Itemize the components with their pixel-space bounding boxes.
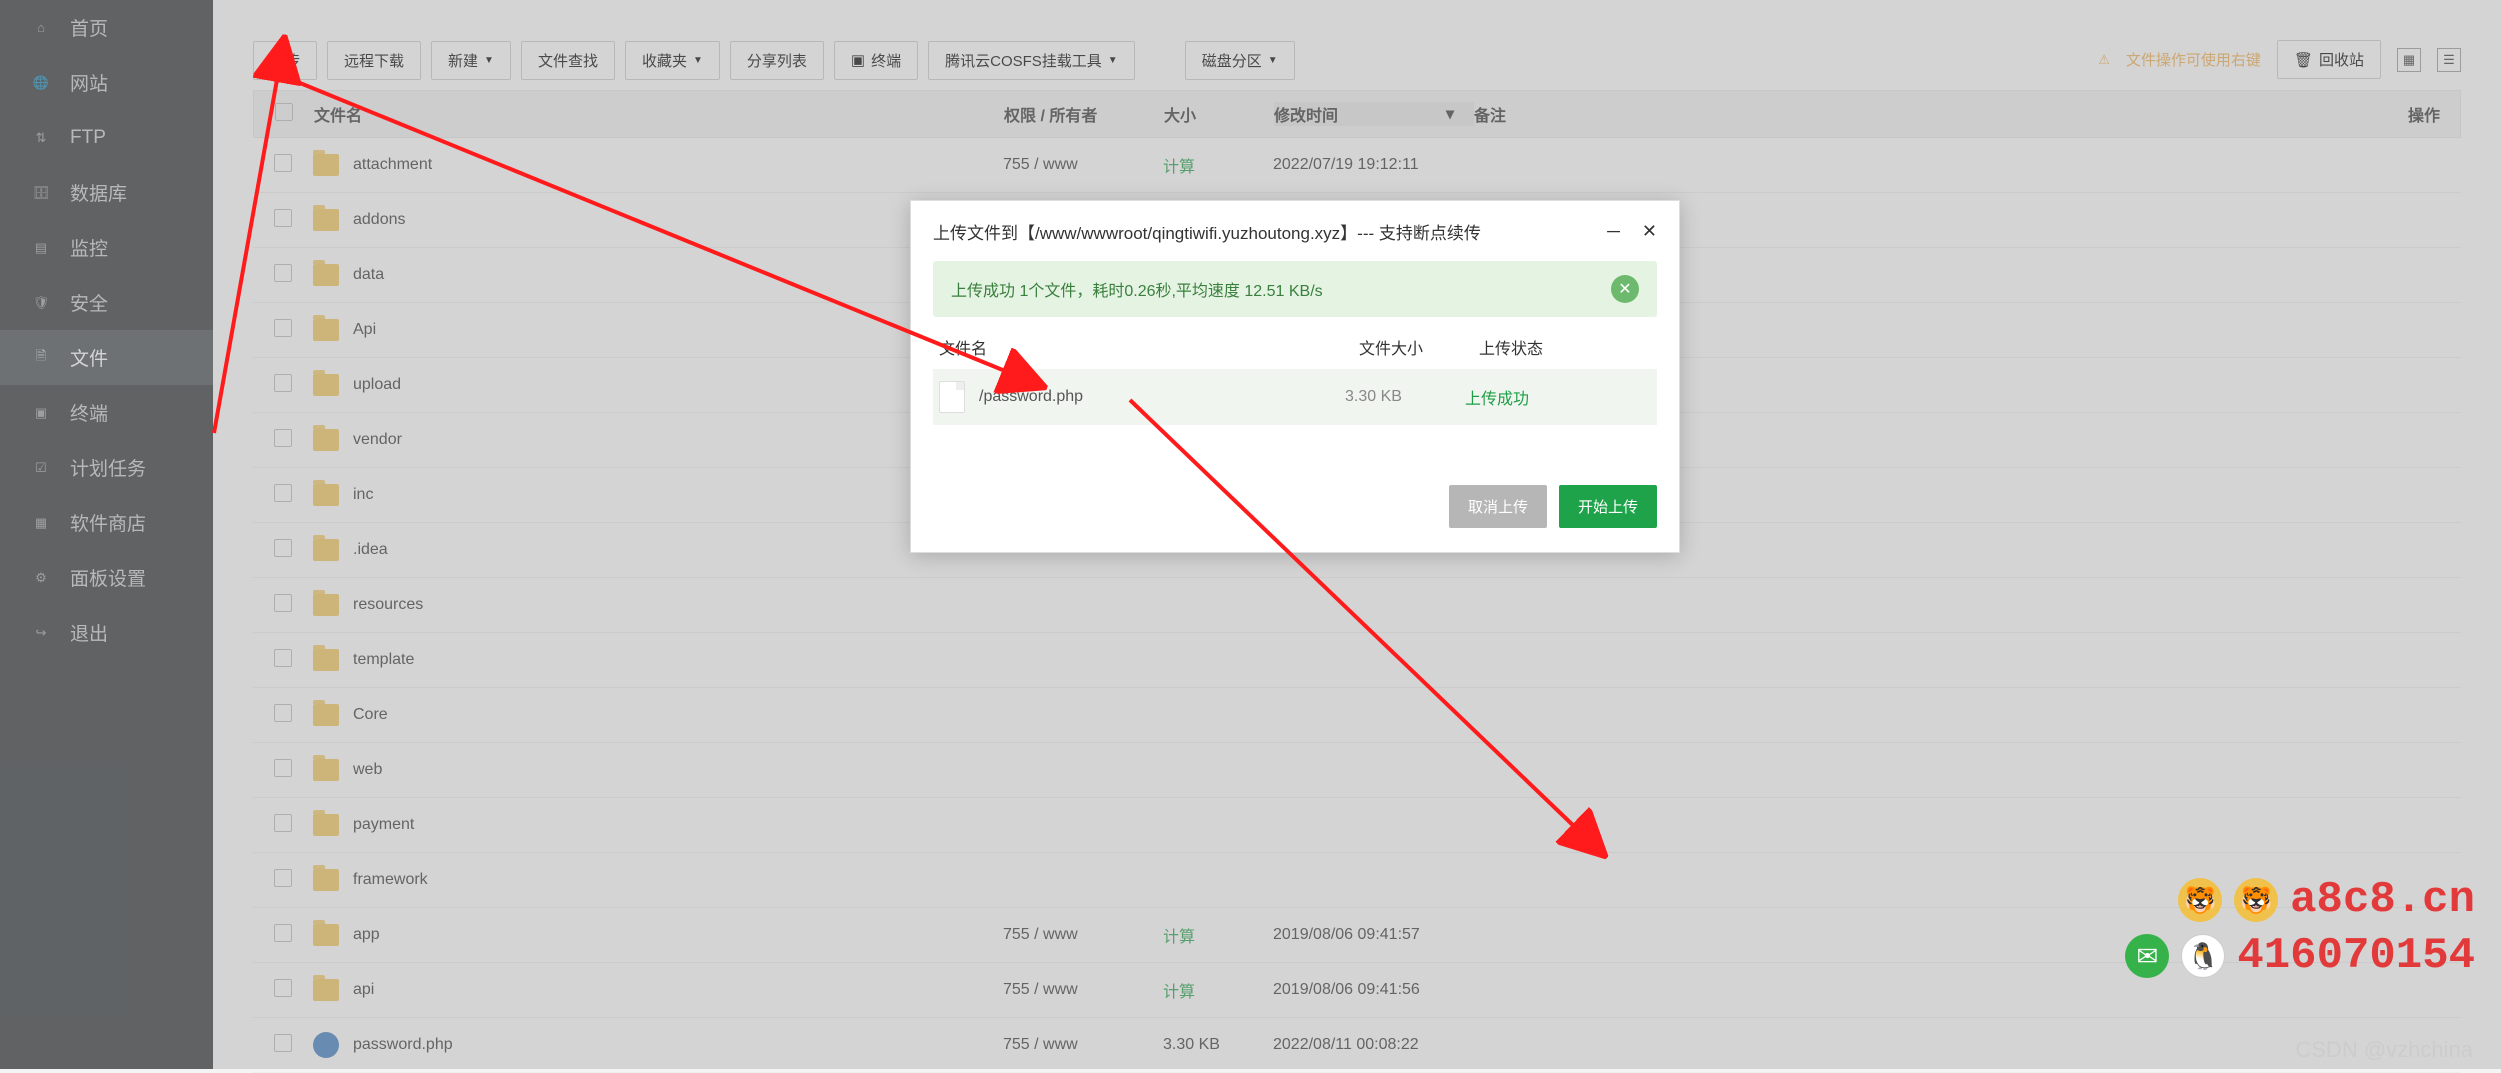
upload-file-name: /password.php: [979, 388, 1083, 406]
mascot-icon: 🐯: [2234, 878, 2278, 922]
dialog-title-text: 上传文件到【/www/wwwroot/qingtiwifi.yuzhoutong…: [933, 219, 1481, 244]
contact-block: 🐯 🐯 a8c8.cn ✉ 🐧 416070154: [2125, 875, 2475, 981]
mascot-icon: 🐯: [2178, 878, 2222, 922]
dialog-body: 上传成功 1个文件，耗时0.26秒,平均速度 12.51 KB/s ✕ 文件名 …: [911, 261, 1679, 445]
upload-col-status: 上传状态: [1479, 335, 1651, 359]
success-message: 上传成功 1个文件，耗时0.26秒,平均速度 12.51 KB/s ✕: [933, 261, 1657, 317]
upload-row: /password.php 3.30 KB 上传成功: [933, 369, 1657, 425]
upload-dialog: 上传文件到【/www/wwwroot/qingtiwifi.yuzhoutong…: [910, 200, 1680, 553]
upload-col-size: 文件大小: [1359, 335, 1479, 359]
upload-file-size: 3.30 KB: [1345, 388, 1465, 406]
cancel-upload-button[interactable]: 取消上传: [1449, 485, 1547, 528]
minimize-icon[interactable]: ─: [1607, 221, 1620, 242]
dialog-titlebar: 上传文件到【/www/wwwroot/qingtiwifi.yuzhoutong…: [911, 201, 1679, 261]
dialog-footer: 取消上传 开始上传: [911, 445, 1679, 552]
watermark: CSDN @vzhchina: [2295, 1037, 2473, 1063]
upload-col-name: 文件名: [939, 335, 1359, 359]
file-icon: [939, 381, 965, 413]
upload-list-header: 文件名 文件大小 上传状态: [933, 317, 1657, 369]
contact-qq: 416070154: [2237, 931, 2475, 981]
start-upload-button[interactable]: 开始上传: [1559, 485, 1657, 528]
upload-file-status: 上传成功: [1465, 385, 1651, 409]
wechat-icon: ✉: [2125, 934, 2169, 978]
contact-site: a8c8.cn: [2290, 875, 2475, 925]
success-text: 上传成功 1个文件，耗时0.26秒,平均速度 12.51 KB/s: [951, 277, 1323, 301]
close-icon[interactable]: ✕: [1642, 221, 1657, 242]
dismiss-success-icon[interactable]: ✕: [1611, 275, 1639, 303]
qq-icon: 🐧: [2181, 934, 2225, 978]
